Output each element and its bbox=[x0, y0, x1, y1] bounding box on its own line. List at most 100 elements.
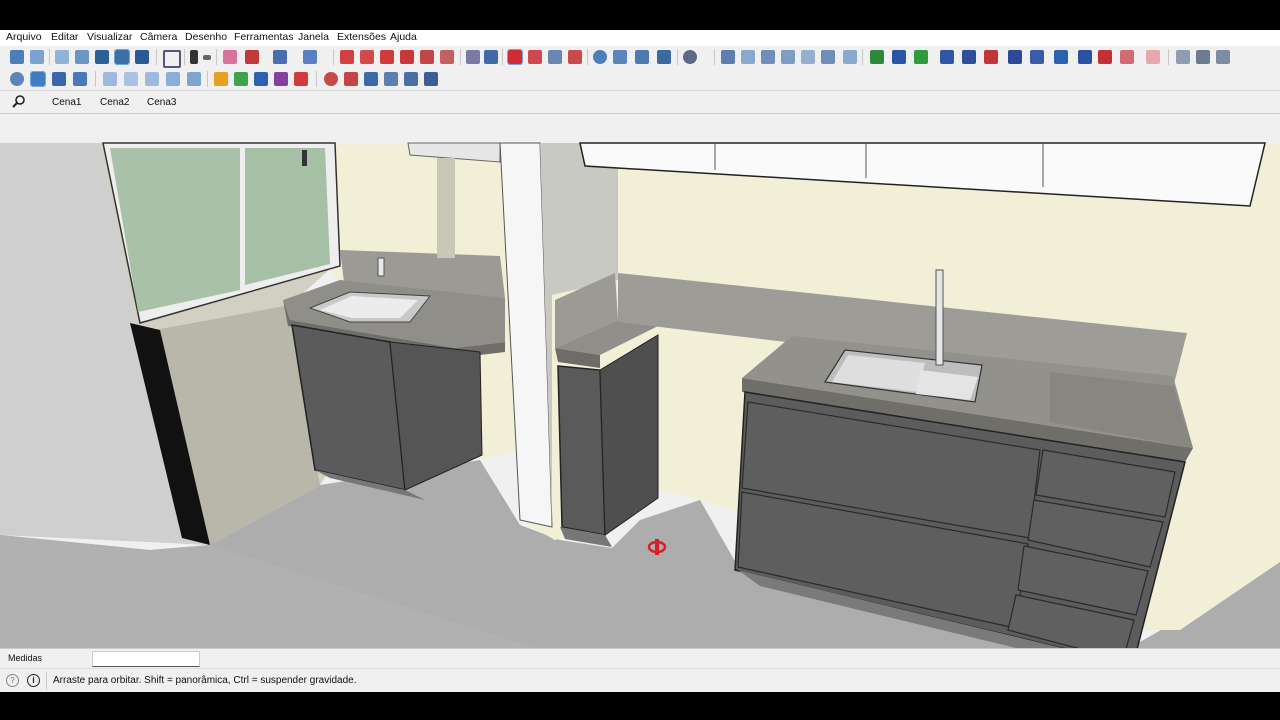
section-plane-icon[interactable] bbox=[593, 50, 607, 64]
iso-view-icon[interactable] bbox=[10, 50, 24, 64]
select-dropdown-icon[interactable] bbox=[203, 55, 211, 60]
push-pull-icon[interactable] bbox=[340, 50, 354, 64]
middle-cabinet-door bbox=[557, 365, 606, 536]
arc-icon[interactable] bbox=[273, 50, 287, 64]
menu-janela[interactable]: Janela bbox=[298, 31, 329, 43]
solid-trim-icon[interactable] bbox=[914, 50, 928, 64]
layout-icon[interactable] bbox=[274, 72, 288, 86]
zoom-icon[interactable] bbox=[163, 50, 181, 68]
undo-curve-icon[interactable] bbox=[1098, 50, 1112, 64]
info-icon[interactable]: i bbox=[27, 674, 40, 687]
protractor-icon[interactable] bbox=[484, 50, 498, 64]
flip-icon[interactable] bbox=[962, 50, 976, 64]
search-icon[interactable] bbox=[10, 94, 28, 110]
refresh-icon[interactable] bbox=[1176, 50, 1190, 64]
menu-desenho[interactable]: Desenho bbox=[185, 31, 227, 43]
menu-camera[interactable]: Câmera bbox=[140, 31, 177, 43]
pencil-icon[interactable] bbox=[245, 50, 259, 64]
components-icon[interactable] bbox=[683, 50, 697, 64]
dimension-icon[interactable] bbox=[324, 72, 338, 86]
solid-subtract-icon[interactable] bbox=[892, 50, 906, 64]
joint-icon[interactable] bbox=[1030, 50, 1044, 64]
paint-icon[interactable] bbox=[424, 72, 438, 86]
right-view-icon[interactable] bbox=[75, 50, 89, 64]
hand-light-icon[interactable] bbox=[1146, 50, 1160, 64]
zoom-window-icon[interactable] bbox=[548, 50, 562, 64]
scale-icon[interactable] bbox=[420, 50, 434, 64]
guide-icon[interactable] bbox=[404, 72, 418, 86]
house-front-icon[interactable] bbox=[761, 50, 775, 64]
menu-ajuda[interactable]: Ajuda bbox=[390, 31, 417, 43]
3d-text-icon[interactable] bbox=[384, 72, 398, 86]
share-model-icon[interactable] bbox=[254, 72, 268, 86]
menu-ferramentas[interactable]: Ferramentas bbox=[234, 31, 294, 43]
move-icon[interactable] bbox=[380, 50, 394, 64]
iso-camera-icon[interactable] bbox=[721, 50, 735, 64]
styles-icon[interactable] bbox=[657, 50, 671, 64]
house-back-icon[interactable] bbox=[801, 50, 815, 64]
toolbar-separator bbox=[1168, 49, 1169, 65]
menu-visualizar[interactable]: Visualizar bbox=[87, 31, 132, 43]
tab-cena1[interactable]: Cena1 bbox=[52, 97, 81, 108]
back-view-icon[interactable] bbox=[95, 50, 109, 64]
look-around-icon[interactable] bbox=[30, 71, 46, 87]
front-view-icon[interactable] bbox=[55, 50, 69, 64]
export-icon[interactable] bbox=[1216, 50, 1230, 64]
3d-viewport[interactable] bbox=[0, 113, 1280, 648]
top-view-icon[interactable] bbox=[30, 50, 44, 64]
secondary-toolbar bbox=[0, 68, 1280, 91]
walk-icon[interactable] bbox=[10, 72, 24, 86]
follow-me-icon[interactable] bbox=[360, 50, 374, 64]
curve-icon[interactable] bbox=[1078, 50, 1092, 64]
house-right-icon[interactable] bbox=[781, 50, 795, 64]
extension-manager-icon[interactable] bbox=[294, 72, 308, 86]
left-view-icon[interactable] bbox=[114, 49, 130, 65]
warehouse-icon[interactable] bbox=[214, 72, 228, 86]
menu-arquivo[interactable]: Arquivo bbox=[6, 31, 42, 43]
extension-warehouse-icon[interactable] bbox=[234, 72, 248, 86]
zoom-extents-icon[interactable] bbox=[568, 50, 582, 64]
tab-cena2[interactable]: Cena2 bbox=[100, 97, 129, 108]
house-bottom-icon[interactable] bbox=[843, 50, 857, 64]
letterbox-bottom bbox=[0, 692, 1280, 720]
wireframe-icon[interactable] bbox=[124, 72, 138, 86]
house-left-icon[interactable] bbox=[821, 50, 835, 64]
textured-icon[interactable] bbox=[187, 72, 201, 86]
menu-bar: Arquivo Editar Visualizar Câmera Desenho… bbox=[0, 30, 1280, 46]
list-icon[interactable] bbox=[1196, 50, 1210, 64]
shapes-icon[interactable] bbox=[303, 50, 317, 64]
help-icon[interactable]: ? bbox=[6, 674, 19, 687]
toolbar-separator bbox=[333, 49, 334, 65]
top-camera-icon[interactable] bbox=[741, 50, 755, 64]
bottom-view-icon[interactable] bbox=[135, 50, 149, 64]
explode-icon[interactable] bbox=[984, 50, 998, 64]
tape-measure-icon[interactable] bbox=[466, 50, 480, 64]
xray-icon[interactable] bbox=[103, 72, 117, 86]
connect-icon[interactable] bbox=[1008, 50, 1022, 64]
hidden-line-icon[interactable] bbox=[145, 72, 159, 86]
menu-editar[interactable]: Editar bbox=[51, 31, 78, 43]
mirror-icon[interactable] bbox=[1054, 50, 1068, 64]
rotate-icon[interactable] bbox=[400, 50, 414, 64]
position-camera-icon[interactable] bbox=[52, 72, 66, 86]
select-icon[interactable] bbox=[190, 50, 198, 64]
tab-cena3[interactable]: Cena3 bbox=[147, 97, 176, 108]
main-faucet bbox=[935, 269, 944, 366]
eraser-icon[interactable] bbox=[223, 50, 237, 64]
pan-icon[interactable] bbox=[528, 50, 542, 64]
sandbox-icon[interactable] bbox=[73, 72, 87, 86]
sketchup-window: Arquivo Editar Visualizar Câmera Desenho… bbox=[0, 30, 1280, 693]
shaded-icon[interactable] bbox=[166, 72, 180, 86]
solid-union-icon[interactable] bbox=[870, 50, 884, 64]
hand-icon[interactable] bbox=[1120, 50, 1134, 64]
toolbar-separator bbox=[460, 49, 461, 65]
measurements-input[interactable] bbox=[92, 651, 200, 667]
align-icon[interactable] bbox=[940, 50, 954, 64]
orbit-icon[interactable] bbox=[507, 49, 523, 65]
offset-icon[interactable] bbox=[440, 50, 454, 64]
layers-icon[interactable] bbox=[635, 50, 649, 64]
menu-extensoes[interactable]: Extensões bbox=[337, 31, 386, 43]
text-icon[interactable] bbox=[344, 72, 358, 86]
display-section-icon[interactable] bbox=[613, 50, 627, 64]
axes-icon[interactable] bbox=[364, 72, 378, 86]
